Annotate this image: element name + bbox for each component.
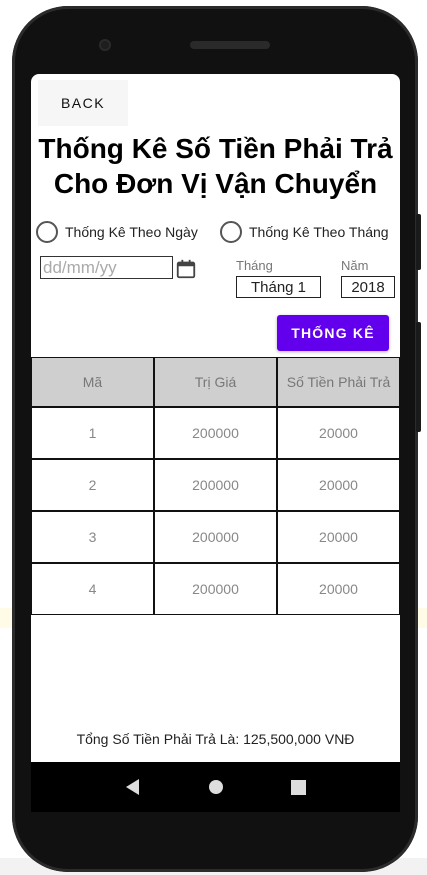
date-input[interactable] <box>40 256 173 279</box>
system-nav-bar <box>31 762 400 812</box>
table-cell: 200000 <box>154 511 277 563</box>
back-triangle-icon <box>125 779 139 795</box>
nav-recents-button[interactable] <box>279 767 319 807</box>
table-cell: 200000 <box>154 459 277 511</box>
table-cell: 20000 <box>277 407 400 459</box>
nav-back-button[interactable] <box>113 767 153 807</box>
total-amount-text: Tổng Số Tiền Phải Trả Là: 125,500,000 VN… <box>76 731 355 747</box>
table-cell: 20000 <box>277 459 400 511</box>
volume-button <box>416 322 421 432</box>
table-cell: 3 <box>31 511 154 563</box>
page-title: Thống Kê Số Tiền Phải Trả Cho Đơn Vị Vận… <box>31 131 400 201</box>
column-header: Trị Giá <box>154 357 277 407</box>
month-field[interactable]: Tháng 1 <box>236 276 321 298</box>
table-cell: 200000 <box>154 563 277 615</box>
statistics-button[interactable]: THỐNG KÊ <box>277 315 389 351</box>
year-field[interactable]: 2018 <box>341 276 395 298</box>
radio-by-day[interactable]: Thống Kê Theo Ngày <box>36 221 198 243</box>
table-row: 2 200000 20000 <box>31 459 400 511</box>
table-cell: 20000 <box>277 511 400 563</box>
table-header-row: Mã Trị Giá Số Tiền Phải Trả <box>31 357 400 407</box>
power-button <box>416 214 421 270</box>
camera-icon <box>99 39 111 51</box>
nav-home-button[interactable] <box>196 767 236 807</box>
back-button[interactable]: BACK <box>38 80 128 126</box>
column-header: Mã <box>31 357 154 407</box>
table-cell: 1 <box>31 407 154 459</box>
table-row: 3 200000 20000 <box>31 511 400 563</box>
app-screen: BACK Thống Kê Số Tiền Phải Trả Cho Đơn V… <box>31 74 400 790</box>
calendar-icon[interactable] <box>175 258 197 280</box>
radio-by-day-label: Thống Kê Theo Ngày <box>65 224 198 240</box>
title-line-1: Thống Kê Số Tiền Phải Trả <box>38 133 393 164</box>
month-label: Tháng <box>236 258 273 273</box>
radio-by-month-label: Thống Kê Theo Tháng <box>249 224 389 240</box>
radio-circle-icon[interactable] <box>220 221 242 243</box>
table-row: 4 200000 20000 <box>31 563 400 615</box>
table-row: 1 200000 20000 <box>31 407 400 459</box>
recents-square-icon <box>291 779 306 795</box>
radio-by-month[interactable]: Thống Kê Theo Tháng <box>220 221 389 243</box>
results-table: Mã Trị Giá Số Tiền Phải Trả 1 200000 200… <box>31 357 400 615</box>
speaker-grille <box>190 41 270 49</box>
year-label: Năm <box>341 258 369 273</box>
column-header: Số Tiền Phải Trả <box>277 357 400 407</box>
home-circle-icon <box>208 780 223 794</box>
radio-circle-icon[interactable] <box>36 221 58 243</box>
title-line-2: Cho Đơn Vị Vận Chuyển <box>53 168 378 199</box>
table-cell: 2 <box>31 459 154 511</box>
table-cell: 200000 <box>154 407 277 459</box>
table-cell: 20000 <box>277 563 400 615</box>
table-cell: 4 <box>31 563 154 615</box>
